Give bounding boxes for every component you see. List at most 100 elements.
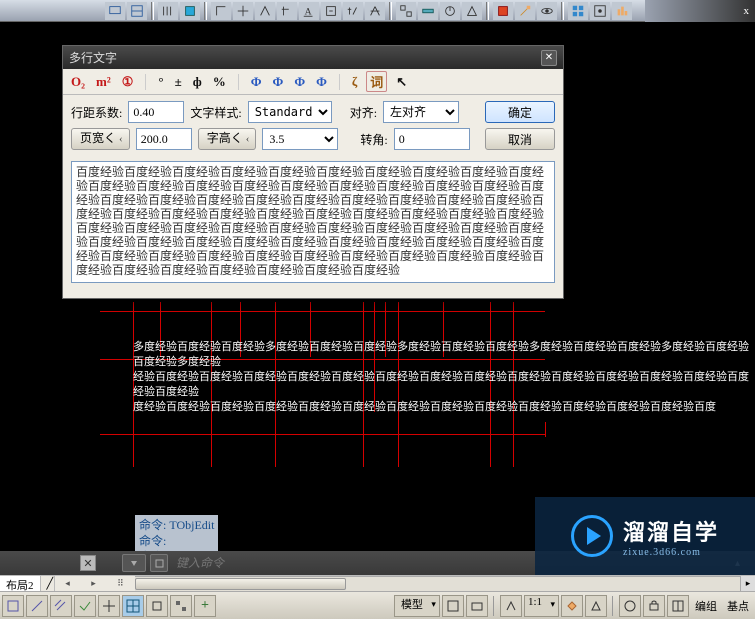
status-add-button[interactable]: +: [194, 595, 216, 617]
dialog-toolbar: O₂ m² ① ° ± ф % Φ Φ Φ Φ ζ 词 ↖: [63, 69, 563, 95]
line-spacing-label: 行距系数:: [71, 104, 122, 121]
symbol-o2[interactable]: O₂: [69, 73, 87, 91]
tool-button[interactable]: [255, 2, 275, 20]
watermark-title: 溜溜自学: [623, 515, 719, 547]
tab-add[interactable]: ╱: [41, 576, 55, 591]
toolbar-separator: [561, 2, 564, 20]
ok-button[interactable]: 确定: [485, 101, 555, 123]
tool-button[interactable]: [321, 2, 341, 20]
tool-button[interactable]: [462, 2, 482, 20]
symbol-circled1[interactable]: ①: [120, 73, 136, 91]
alignment-label: 对齐:: [350, 104, 377, 121]
status-button[interactable]: [2, 595, 24, 617]
status-button[interactable]: [643, 595, 665, 617]
tool-button[interactable]: A: [299, 2, 319, 20]
toolbar-separator: [204, 2, 207, 20]
status-button[interactable]: [585, 595, 607, 617]
tool-button[interactable]: [233, 2, 253, 20]
toolbar-separator: [486, 2, 489, 20]
word-button[interactable]: 词: [366, 71, 387, 92]
base-point-label[interactable]: 基点: [723, 598, 753, 614]
rotation-input[interactable]: [394, 128, 470, 150]
scale-button[interactable]: 1:1: [524, 595, 559, 617]
status-button[interactable]: [466, 595, 488, 617]
status-button[interactable]: [561, 595, 583, 617]
status-button[interactable]: [50, 595, 72, 617]
status-button[interactable]: [122, 595, 144, 617]
tool-button[interactable]: [127, 2, 147, 20]
symbol-phi3[interactable]: Φ: [292, 73, 307, 91]
tool-button[interactable]: [396, 2, 416, 20]
tool-button[interactable]: [440, 2, 460, 20]
dialog-titlebar[interactable]: 多行文字 ✕: [63, 46, 563, 69]
tool-button[interactable]: [180, 2, 200, 20]
grid-line: [100, 311, 545, 312]
multiline-text-dialog: 多行文字 ✕ O₂ m² ① ° ± ф % Φ Φ Φ Φ ζ 词 ↖ 行距系…: [62, 45, 564, 299]
tab-layout2[interactable]: 布局2: [0, 576, 41, 591]
status-button[interactable]: [98, 595, 120, 617]
tool-button[interactable]: [105, 2, 125, 20]
cancel-button[interactable]: 取消: [485, 128, 555, 150]
toolbar-separator: [389, 2, 392, 20]
text-content-textarea[interactable]: 百度经验百度经验百度经验百度经验百度经验百度经验百度经验百度经验百度经验百度经验…: [71, 161, 555, 283]
tool-button[interactable]: [612, 2, 632, 20]
symbol-phi2[interactable]: Φ: [271, 73, 286, 91]
rotation-label: 转角:: [360, 131, 387, 148]
top-toolbar: A x: [0, 0, 755, 22]
status-button[interactable]: [26, 595, 48, 617]
symbol-plusminus[interactable]: ±: [173, 73, 184, 91]
tool-button[interactable]: [211, 2, 231, 20]
play-icon: [571, 515, 613, 557]
status-button[interactable]: [667, 595, 689, 617]
tool-button[interactable]: [493, 2, 513, 20]
tab-strip-handle: ◂▸⠿: [55, 576, 135, 591]
status-button[interactable]: [170, 595, 192, 617]
line-spacing-input[interactable]: [128, 101, 184, 123]
symbol-zeta[interactable]: ζ: [350, 73, 359, 91]
status-button[interactable]: [500, 595, 522, 617]
page-width-button[interactable]: 页宽く: [71, 128, 130, 150]
page-width-input[interactable]: [136, 128, 192, 150]
layout-tabs: 布局2 ╱ ◂▸⠿ ▸: [0, 575, 755, 591]
command-chip[interactable]: [122, 554, 146, 572]
model-button[interactable]: 模型: [394, 595, 440, 617]
tool-button[interactable]: [537, 2, 557, 20]
watermark-url: zixue.3d66.com: [623, 547, 719, 558]
symbol-m2[interactable]: m²: [94, 73, 113, 91]
cursor-tool-icon[interactable]: ↖: [394, 73, 409, 91]
tool-button[interactable]: [365, 2, 385, 20]
tool-button[interactable]: [343, 2, 363, 20]
dialog-title: 多行文字: [69, 49, 541, 66]
close-tab-icon[interactable]: ✕: [80, 555, 96, 571]
close-icon[interactable]: ✕: [541, 50, 557, 66]
symbol-phi4[interactable]: Φ: [314, 73, 329, 91]
tool-button[interactable]: [590, 2, 610, 20]
symbol-phi-small[interactable]: ф: [191, 73, 204, 91]
command-chip[interactable]: [150, 554, 168, 572]
alignment-select[interactable]: 左对齐: [383, 101, 459, 123]
symbol-percent[interactable]: %: [211, 73, 228, 91]
command-history-line: 命令: TObjEdit: [139, 517, 214, 533]
grid-line: [545, 422, 546, 437]
scroll-right-icon[interactable]: ▸: [740, 576, 755, 591]
status-button[interactable]: [619, 595, 641, 617]
tool-button[interactable]: [568, 2, 588, 20]
status-button[interactable]: [146, 595, 168, 617]
tool-button[interactable]: [277, 2, 297, 20]
grid-line: [100, 434, 545, 435]
text-style-select[interactable]: Standard: [248, 101, 332, 123]
toolbar-tail: x: [645, 0, 755, 22]
edit-group-label[interactable]: 编组: [691, 598, 721, 614]
tool-button[interactable]: [515, 2, 535, 20]
horizontal-scrollbar[interactable]: [135, 576, 741, 591]
tool-button[interactable]: [418, 2, 438, 20]
char-height-button[interactable]: 字高く: [198, 128, 257, 150]
status-bar: + 模型 1:1 编组 基点: [0, 591, 755, 619]
text-style-label: 文字样式:: [190, 104, 241, 121]
symbol-degree[interactable]: °: [156, 73, 165, 91]
symbol-phi1[interactable]: Φ: [249, 73, 264, 91]
char-height-select[interactable]: 3.5: [262, 128, 338, 150]
status-button[interactable]: [74, 595, 96, 617]
status-button[interactable]: [442, 595, 464, 617]
tool-button[interactable]: [158, 2, 178, 20]
